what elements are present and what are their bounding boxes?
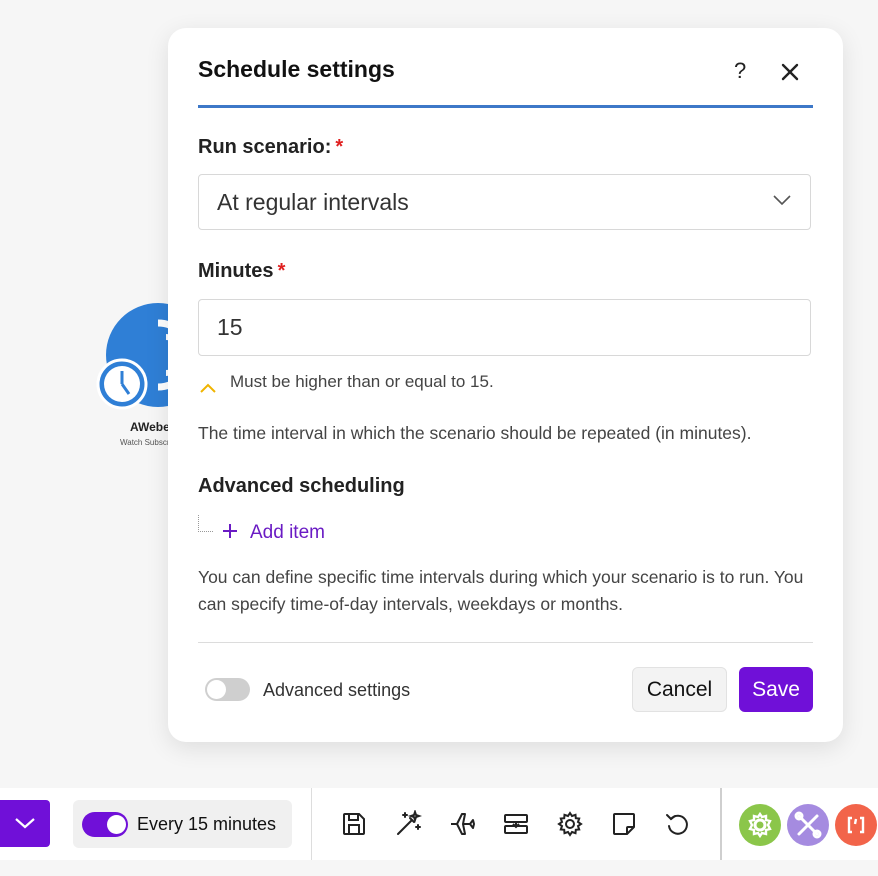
undo-icon[interactable]	[664, 810, 692, 838]
flow-tools-icon[interactable]	[787, 804, 829, 846]
minutes-label: Minutes *	[198, 260, 285, 283]
minutes-hint-text: Must be higher than or equal to 15.	[230, 372, 494, 391]
scheduling-switch[interactable]	[82, 812, 128, 837]
flow-control-icon[interactable]	[502, 810, 530, 838]
toolbar-divider	[311, 788, 312, 860]
run-scenario-value: At regular intervals	[217, 189, 409, 215]
minutes-input[interactable]	[198, 299, 811, 356]
advanced-scheduling-label: Advanced scheduling	[198, 475, 405, 497]
title-divider	[198, 105, 813, 108]
magic-wand-icon[interactable]	[394, 808, 423, 838]
airplane-icon[interactable]	[448, 810, 476, 838]
footer-divider	[198, 642, 813, 643]
minutes-hint: Must be higher than or equal to 15.	[200, 372, 494, 393]
toggle-knob	[107, 815, 126, 834]
minutes-label-text: Minutes	[198, 260, 274, 282]
add-item-button[interactable]: Add item	[222, 522, 325, 544]
toggle-knob	[207, 680, 226, 699]
schedule-label: Every 15 minutes	[137, 814, 277, 834]
advanced-settings-label: Advanced settings	[263, 680, 411, 700]
toolbar-divider	[720, 788, 722, 860]
save-icon[interactable]	[340, 810, 368, 838]
advanced-scheduling-description: You can define specific time intervals d…	[198, 567, 804, 614]
bottom-toolbar: Every 15 minutes	[0, 788, 878, 860]
tree-connector	[198, 515, 213, 532]
text-parser-icon[interactable]	[835, 804, 877, 846]
tools-gear-icon[interactable]	[739, 804, 781, 846]
required-mark: *	[277, 260, 286, 282]
help-button[interactable]: ?	[734, 58, 746, 84]
run-options-dropdown-button[interactable]	[0, 800, 50, 847]
close-icon[interactable]	[778, 60, 802, 84]
cancel-button[interactable]: Cancel	[632, 667, 727, 712]
dialog-title: Schedule settings	[198, 56, 395, 82]
schedule-toggle-pill[interactable]: Every 15 minutes	[73, 800, 292, 848]
run-scenario-label: Run scenario: *	[198, 136, 343, 159]
run-scenario-select[interactable]: At regular intervals	[198, 174, 811, 230]
save-button[interactable]: Save	[739, 667, 813, 712]
required-mark: *	[335, 136, 344, 158]
gear-icon[interactable]	[556, 810, 584, 838]
caret-up-icon	[200, 378, 216, 393]
add-item-label: Add item	[250, 522, 325, 543]
note-icon[interactable]	[610, 810, 638, 838]
plus-icon	[222, 523, 238, 539]
schedule-settings-dialog: Schedule settings ? Run scenario: * At re…	[168, 28, 843, 742]
advanced-settings-toggle[interactable]	[205, 678, 250, 701]
minutes-description: The time interval in which the scenario …	[198, 423, 752, 443]
run-scenario-label-text: Run scenario:	[198, 136, 332, 158]
chevron-down-icon	[772, 193, 792, 207]
chevron-down-icon	[15, 818, 35, 829]
schedule-clock-icon[interactable]	[96, 358, 148, 410]
